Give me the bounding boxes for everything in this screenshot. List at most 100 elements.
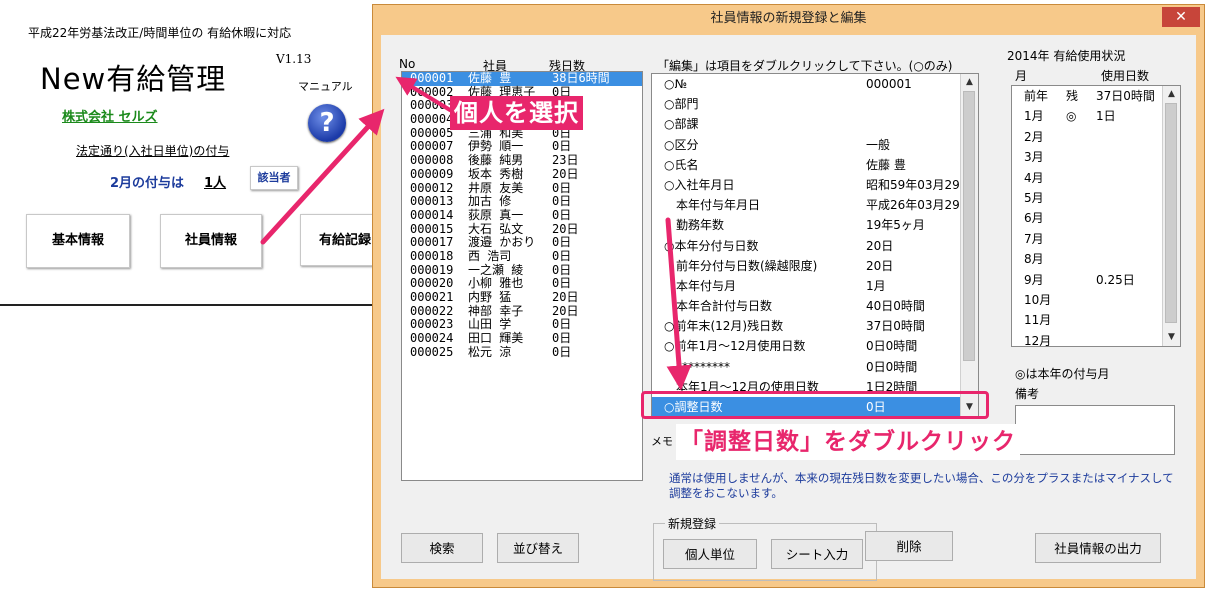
app-subtitle: 平成22年労基法改正/時間単位の 有給休暇に対応 — [28, 26, 292, 40]
sheet-input-button[interactable]: シート入力 — [771, 539, 863, 569]
detail-value: 37日0時間 — [866, 319, 925, 334]
employee-row[interactable]: 000020 小柳 雅也 0日 — [402, 277, 642, 291]
employee-no: 000012 — [410, 180, 454, 195]
usage-row[interactable]: 10月 — [1012, 290, 1180, 310]
usage-month: 7月 — [1024, 231, 1044, 246]
employee-name: 加古 修 — [468, 194, 512, 209]
scroll-up-icon[interactable]: ▲ — [961, 74, 978, 91]
detail-row[interactable]: ○前年1月～12月使用日数 0日0時間 — [652, 336, 978, 356]
usage-row[interactable]: 4月 — [1012, 168, 1180, 188]
employee-row[interactable]: 000013 加古 修 0日 — [402, 194, 642, 209]
employee-row[interactable]: 000018 西 浩司 0日 — [402, 249, 642, 264]
usage-row[interactable]: 5月 — [1012, 188, 1180, 208]
employee-row[interactable]: 000001 佐藤 豊 38日6時間 — [402, 71, 642, 86]
export-employee-info-button[interactable]: 社員情報の出力 — [1035, 533, 1161, 563]
employee-balance: 0日 — [552, 262, 572, 277]
individual-entry-button[interactable]: 個人単位 — [663, 539, 757, 569]
usage-row[interactable]: 7月 — [1012, 229, 1180, 249]
help-icon[interactable]: ? — [308, 104, 346, 142]
usage-scrollbar[interactable]: ▲ ▼ — [1162, 86, 1180, 346]
employee-balance: 20日 — [552, 221, 579, 236]
scroll-up-icon[interactable]: ▲ — [1163, 86, 1180, 103]
employee-no: 000001 — [410, 71, 454, 85]
remarks-field[interactable] — [1015, 405, 1175, 455]
employee-row[interactable]: 000012 井原 友美 0日 — [402, 180, 642, 196]
scroll-thumb[interactable] — [1165, 103, 1177, 323]
double-click-callout: 「調整日数」をダブルクリック — [676, 424, 1020, 460]
usage-row[interactable]: 1月 ◎ 1日 — [1012, 106, 1180, 126]
scroll-down-icon[interactable]: ▼ — [1163, 329, 1180, 346]
detail-row[interactable]: ○区分 一般 — [652, 135, 978, 155]
detail-label: ○№ — [664, 77, 687, 91]
employee-list[interactable]: 000001佐藤 豊38日6時間000002佐藤 理恵子0日000003佐藤 肇… — [401, 71, 643, 481]
search-button[interactable]: 検索 — [401, 533, 483, 563]
company-link[interactable]: 株式会社 セルズ — [62, 106, 158, 125]
employee-row[interactable]: 000021 内野 猛 20日 — [402, 290, 642, 305]
employee-detail-list[interactable]: ○№ 000001 ○部門 ○部課 ○区分 一般 ○氏名 佐藤 豊 ○入社年月日 昭和59年03月… — [651, 73, 979, 417]
employee-name: 山田 学 — [468, 317, 512, 332]
detail-row[interactable]: 勤務年数 19年5ヶ月 — [652, 215, 978, 235]
detail-row[interactable]: ○氏名 佐藤 豊 — [652, 155, 978, 175]
employee-no: 000020 — [410, 276, 454, 291]
employee-name: 佐藤 豊 — [468, 71, 512, 85]
usage-row[interactable]: 6月 — [1012, 208, 1180, 228]
background-app-window: 平成22年労基法改正/時間単位の 有給休暇に対応 New有給管理 V1.13 マ… — [0, 0, 390, 306]
usage-row[interactable]: 3月 — [1012, 147, 1180, 167]
usage-list[interactable]: 前年 残 37日0時間 1月 ◎ 1日 2月 3月 4月 5月 6月 7月 8月 9月 0.25日 10月 11… — [1011, 85, 1181, 347]
employee-row[interactable]: 000023 山田 学 0日 — [402, 318, 642, 332]
detail-label: ○部門 — [664, 97, 699, 112]
usage-month: 前年 — [1024, 89, 1049, 103]
employee-row[interactable]: 000008 後藤 純男 23日 — [402, 153, 642, 168]
grant-month-note: ◎は本年の付与月 — [1015, 367, 1110, 381]
usage-row[interactable]: 8月 — [1012, 249, 1180, 269]
employee-balance: 23日 — [552, 153, 579, 168]
detail-value: 20日 — [866, 238, 894, 253]
detail-row[interactable]: ○№ 000001 — [652, 74, 978, 94]
detail-value: 40日0時間 — [866, 299, 925, 314]
detail-row[interactable]: ○入社年月日 昭和59年03月29日 — [652, 175, 978, 195]
employee-row[interactable]: 000014 荻原 真一 0日 — [402, 208, 642, 223]
employee-balance: 0日 — [552, 331, 572, 346]
employee-name: 松元 涼 — [468, 344, 512, 359]
employee-row[interactable]: 000017 渡邉 かおり 0日 — [402, 236, 642, 250]
detail-label: 本年合計付与日数 — [676, 299, 773, 314]
detail-row[interactable]: ○部門 — [652, 94, 978, 114]
employee-list-header-no: No — [399, 57, 416, 71]
detail-row[interactable]: ○前年末(12月)残日数 37日0時間 — [652, 316, 978, 336]
employee-balance: 0日 — [552, 235, 572, 250]
detail-row[interactable]: ○部課 — [652, 114, 978, 134]
basic-info-button[interactable]: 基本情報 — [26, 214, 130, 268]
detail-label: ○部課 — [664, 117, 699, 132]
grant-rule-link[interactable]: 法定通り(入社日単位)の付与 — [76, 142, 229, 159]
usage-row[interactable]: 前年 残 37日0時間 — [1012, 86, 1180, 106]
usage-row[interactable]: 2月 — [1012, 127, 1180, 147]
detail-row[interactable]: 本年合計付与日数 40日0時間 — [652, 296, 978, 316]
detail-row[interactable]: 本年付与年月日 平成26年03月29日 — [652, 195, 978, 215]
employee-row[interactable]: 000025 松元 涼 0日 — [402, 344, 642, 360]
usage-days: 1日 — [1096, 109, 1116, 124]
applicable-button[interactable]: 該当者 — [250, 166, 298, 190]
delete-button[interactable]: 削除 — [865, 531, 953, 561]
usage-month: 9月 — [1024, 272, 1044, 287]
sort-button[interactable]: 並び替え — [497, 533, 579, 563]
detail-row[interactable]: ○本年分付与日数 20日 — [652, 236, 978, 256]
usage-row[interactable]: 9月 0.25日 — [1012, 270, 1180, 290]
detail-row[interactable]: 前年分付与日数(繰越限度) 20日 — [652, 256, 978, 276]
employee-row[interactable]: 000024 田口 輝美 0日 — [402, 331, 642, 346]
usage-row[interactable]: 12月 — [1012, 331, 1180, 346]
usage-row[interactable]: 11月 — [1012, 310, 1180, 330]
usage-days: 0.25日 — [1096, 272, 1135, 287]
scroll-thumb[interactable] — [963, 91, 975, 361]
detail-label: ○氏名 — [664, 157, 699, 172]
detail-row[interactable]: ********* 0日0時間 — [652, 357, 978, 377]
employee-no: 000004 — [410, 112, 454, 127]
employee-row[interactable]: 000009 坂本 秀樹 20日 — [402, 167, 642, 182]
detail-scrollbar[interactable]: ▲ ▼ — [960, 74, 978, 416]
close-icon[interactable]: ✕ — [1162, 7, 1200, 27]
employee-row[interactable]: 000007 伊勢 順一 0日 — [402, 140, 642, 154]
detail-value: 一般 — [866, 137, 891, 152]
detail-row[interactable]: 本年付与月 1月 — [652, 276, 978, 296]
employee-info-button[interactable]: 社員情報 — [160, 214, 262, 268]
employee-row[interactable]: 000022 神部 幸子 20日 — [402, 304, 642, 319]
usage-title: 2014年 有給使用状況 — [1007, 49, 1126, 63]
